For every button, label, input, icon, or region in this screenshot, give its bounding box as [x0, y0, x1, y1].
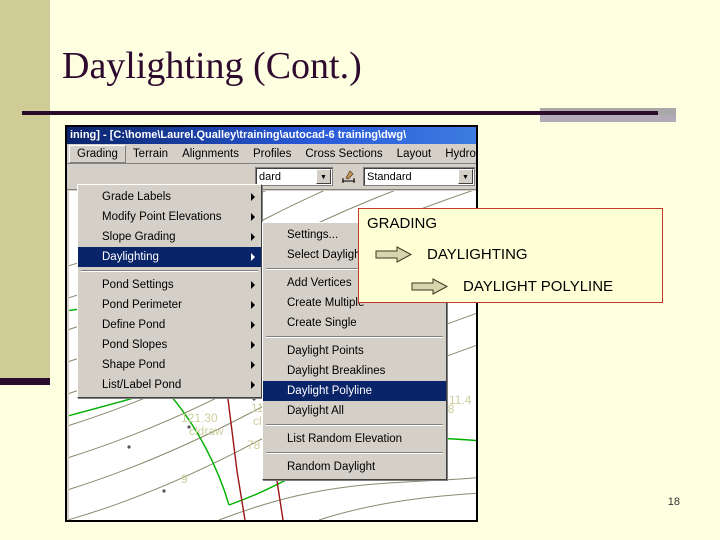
- autocad-application-window: ining] - [C:\home\Laurel.Qualley\trainin…: [65, 125, 478, 522]
- callout-line-daylight-polyline: DAYLIGHT POLYLINE: [411, 278, 613, 295]
- menu-item-random-daylight[interactable]: Random Daylight: [263, 457, 446, 477]
- menu-item-label: Settings...: [287, 229, 339, 241]
- drawing-label: 11.4: [449, 393, 472, 407]
- menu-item-label: List/Label Pond: [102, 379, 182, 391]
- menu-separator: [81, 270, 258, 272]
- menu-item-label: Add Vertices: [287, 277, 352, 289]
- menu-item-daylight-polyline[interactable]: Daylight Polyline: [263, 381, 446, 401]
- menu-item-label: Create Multiple: [287, 297, 365, 309]
- slide-number: 18: [667, 496, 680, 508]
- chevron-down-icon[interactable]: ▼: [458, 169, 473, 184]
- presentation-slide: Daylighting (Cont.) ining] - [C:\home\La…: [0, 0, 720, 540]
- menubar-item-profiles[interactable]: Profiles: [246, 146, 298, 162]
- title-rule-shadow-lower: [540, 115, 676, 122]
- svg-text:78: 78: [247, 438, 261, 452]
- menu-item-label: Create Single: [287, 317, 357, 329]
- menu-item-modify-point-elevations[interactable]: Modify Point Elevations: [78, 207, 261, 227]
- menu-item-label: Select Daylight: [287, 249, 364, 261]
- menu-separator: [266, 452, 443, 454]
- menu-item-list-label-pond[interactable]: List/Label Pond: [78, 375, 261, 395]
- menubar-item-hydrolog[interactable]: Hydrolog: [438, 146, 476, 162]
- submenu-arrow-icon: [251, 381, 255, 389]
- text-style-combo[interactable]: dard ▼: [255, 167, 333, 186]
- menu-item-label: Pond Perimeter: [102, 299, 182, 311]
- drawing-label: cldraw: [189, 424, 224, 438]
- submenu-arrow-icon: [251, 281, 255, 289]
- menu-item-label: Daylighting: [102, 251, 159, 263]
- menu-item-label: Daylight Polyline: [287, 385, 373, 397]
- submenu-arrow-icon: [251, 361, 255, 369]
- menu-item-pond-slopes[interactable]: Pond Slopes: [78, 335, 261, 355]
- menu-separator: [266, 336, 443, 338]
- menu-item-list-random-elevation[interactable]: List Random Elevation: [263, 429, 446, 449]
- menu-item-label: Pond Slopes: [102, 339, 168, 351]
- menu-item-label: Slope Grading: [102, 231, 176, 243]
- dimension-style-combo-value: Standard: [367, 170, 412, 183]
- submenu-arrow-icon: [251, 321, 255, 329]
- block-arrow-icon: [411, 278, 449, 295]
- submenu-arrow-icon: [251, 193, 255, 201]
- menu-item-daylighting[interactable]: Daylighting: [78, 247, 261, 267]
- instruction-callout: GRADING DAYLIGHTING DAYLIGHT POLYLINE: [358, 208, 663, 303]
- menu-item-label: Define Pond: [102, 319, 166, 331]
- slide-sidebar-footer-bar: [0, 378, 50, 385]
- menu-item-label: Modify Point Elevations: [102, 211, 222, 223]
- submenu-arrow-icon: [251, 233, 255, 241]
- menu-item-label: Daylight All: [287, 405, 344, 417]
- menu-bar: Grading Terrain Alignments Profiles Cross Se…: [67, 144, 476, 164]
- submenu-arrow-icon: [251, 253, 255, 261]
- menubar-item-terrain[interactable]: Terrain: [126, 146, 175, 162]
- menubar-item-grading[interactable]: Grading: [69, 144, 126, 163]
- menu-item-shape-pond[interactable]: Shape Pond: [78, 355, 261, 375]
- callout-line-grading: GRADING: [367, 215, 437, 232]
- block-arrow-icon: [375, 246, 413, 263]
- menu-item-slope-grading[interactable]: Slope Grading: [78, 227, 261, 247]
- menu-item-daylight-breaklines[interactable]: Daylight Breaklines: [263, 361, 446, 381]
- menubar-item-layout[interactable]: Layout: [390, 146, 439, 162]
- submenu-arrow-icon: [251, 341, 255, 349]
- callout-line-daylighting: DAYLIGHTING: [375, 246, 528, 263]
- menu-separator: [266, 424, 443, 426]
- callout-label: GRADING: [367, 215, 438, 232]
- page-title: Daylighting (Cont.): [62, 45, 362, 87]
- callout-label: DAYLIGHTING: [427, 246, 528, 263]
- chevron-down-icon[interactable]: ▼: [316, 169, 331, 184]
- menu-item-label: Shape Pond: [102, 359, 166, 371]
- drawing-label: 121.30: [181, 411, 218, 425]
- menu-item-label: Random Daylight: [287, 461, 376, 473]
- menu-item-daylight-all[interactable]: Daylight All: [263, 401, 446, 421]
- menu-item-pond-perimeter[interactable]: Pond Perimeter: [78, 295, 261, 315]
- menu-item-grade-labels[interactable]: Grade Labels: [78, 187, 261, 207]
- menubar-item-cross-sections[interactable]: Cross Sections: [298, 146, 389, 162]
- menu-item-label: List Random Elevation: [287, 433, 403, 445]
- submenu-arrow-icon: [251, 301, 255, 309]
- menu-item-label: Pond Settings: [102, 279, 174, 291]
- text-style-combo-value: dard: [259, 170, 282, 183]
- menu-item-create-single[interactable]: Create Single: [263, 313, 446, 333]
- menu-item-label: Daylight Points: [287, 345, 364, 357]
- menu-item-pond-settings[interactable]: Pond Settings: [78, 275, 261, 295]
- slide-sidebar-band: [0, 0, 50, 380]
- grading-dropdown-menu[interactable]: Grade Labels Modify Point Elevations Slope…: [77, 184, 262, 398]
- callout-label: DAYLIGHT POLYLINE: [463, 278, 614, 295]
- dimension-style-icon[interactable]: [339, 167, 359, 186]
- menu-item-label: Grade Labels: [102, 191, 172, 203]
- menubar-item-alignments[interactable]: Alignments: [175, 146, 246, 162]
- menu-item-daylight-points[interactable]: Daylight Points: [263, 341, 446, 361]
- menu-item-define-pond[interactable]: Define Pond: [78, 315, 261, 335]
- submenu-arrow-icon: [251, 213, 255, 221]
- dimension-style-combo[interactable]: Standard ▼: [363, 167, 475, 186]
- window-titlebar: ining] - [C:\home\Laurel.Qualley\trainin…: [67, 127, 476, 144]
- menu-item-label: Daylight Breaklines: [287, 365, 386, 377]
- svg-text:9: 9: [181, 472, 188, 486]
